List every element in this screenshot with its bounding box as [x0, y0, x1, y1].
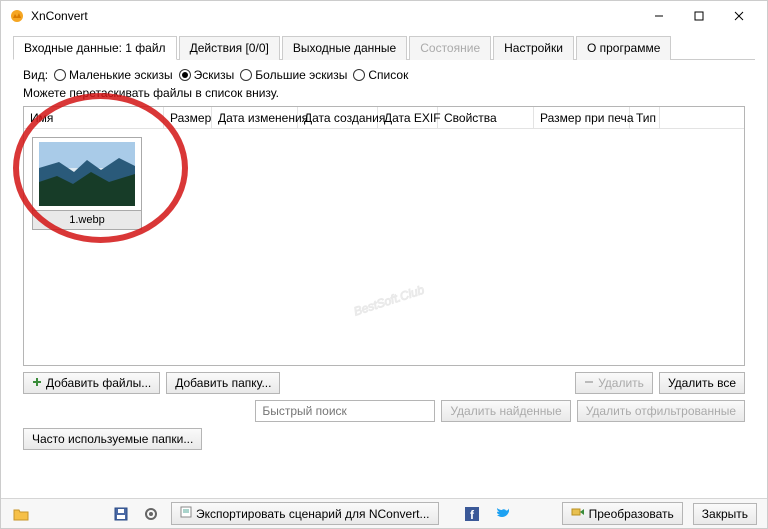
thumbnail-image [39, 142, 135, 206]
thumbnail-filename: 1.webp [32, 211, 142, 230]
minus-icon [584, 376, 594, 390]
app-icon [9, 8, 25, 24]
col-date-exif[interactable]: Дата EXIF [378, 107, 438, 129]
add-files-button[interactable]: Добавить файлы... [23, 372, 160, 394]
window-title: XnConvert [31, 9, 639, 23]
delete-found-button[interactable]: Удалить найденные [441, 400, 570, 422]
col-size[interactable]: Размер [164, 107, 212, 129]
list-item[interactable]: 1.webp [32, 137, 142, 230]
facebook-icon[interactable]: f [462, 504, 482, 524]
radio-list[interactable]: Список [353, 68, 408, 82]
file-list-area[interactable]: Имя Размер Дата изменения Дата создания … [23, 106, 745, 366]
export-script-button[interactable]: Экспортировать сценарий для NConvert... [171, 502, 439, 525]
close-button[interactable] [719, 2, 759, 30]
titlebar: XnConvert [1, 1, 767, 31]
convert-icon [571, 506, 585, 521]
delete-button[interactable]: Удалить [575, 372, 653, 394]
save-icon[interactable] [111, 504, 131, 524]
radio-thumbs[interactable]: Эскизы [179, 68, 235, 82]
delete-filtered-button[interactable]: Удалить отфильтрованные [577, 400, 745, 422]
tab-actions[interactable]: Действия [0/0] [179, 36, 280, 60]
tabbar: Входные данные: 1 файл Действия [0/0] Вы… [13, 35, 755, 60]
close-app-button[interactable]: Закрыть [693, 503, 757, 525]
gear-icon[interactable] [141, 504, 161, 524]
convert-button[interactable]: Преобразовать [562, 502, 683, 525]
drag-hint: Можете перетаскивать файлы в список вниз… [23, 86, 745, 100]
col-name[interactable]: Имя [24, 107, 164, 129]
col-print-size[interactable]: Размер при печа [534, 107, 630, 129]
radio-large-thumbs[interactable]: Большие эскизы [240, 68, 347, 82]
view-row: Вид: Маленькие эскизы Эскизы Большие эск… [23, 68, 745, 82]
col-date-mod[interactable]: Дата изменения [212, 107, 298, 129]
col-props[interactable]: Свойства [438, 107, 534, 129]
tab-about[interactable]: О программе [576, 36, 671, 60]
radio-small-thumbs[interactable]: Маленькие эскизы [54, 68, 173, 82]
thumbnail-box [32, 137, 142, 211]
col-date-created[interactable]: Дата создания [298, 107, 378, 129]
column-headers: Имя Размер Дата изменения Дата создания … [24, 107, 744, 129]
col-type[interactable]: Тип [630, 107, 660, 129]
script-icon [180, 506, 192, 521]
maximize-button[interactable] [679, 2, 719, 30]
tab-input[interactable]: Входные данные: 1 файл [13, 36, 177, 60]
delete-all-button[interactable]: Удалить все [659, 372, 745, 394]
tab-output[interactable]: Выходные данные [282, 36, 407, 60]
view-label: Вид: [23, 68, 48, 82]
add-folder-button[interactable]: Добавить папку... [166, 372, 280, 394]
minimize-button[interactable] [639, 2, 679, 30]
tab-settings[interactable]: Настройки [493, 36, 574, 60]
frequent-folders-button[interactable]: Часто используемые папки... [23, 428, 202, 450]
plus-icon [32, 376, 42, 390]
quick-search-input[interactable] [255, 400, 435, 422]
twitter-icon[interactable] [492, 504, 512, 524]
open-folder-icon[interactable] [11, 504, 31, 524]
tab-status: Состояние [409, 36, 491, 60]
statusbar: Экспортировать сценарий для NConvert... … [1, 498, 767, 528]
